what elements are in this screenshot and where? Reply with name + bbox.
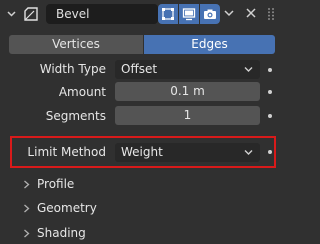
camera-icon (204, 9, 216, 19)
modifier-header: Bevel (0, 0, 284, 28)
modifier-name-field[interactable]: Bevel (46, 4, 158, 24)
tab-edges[interactable]: Edges (144, 35, 275, 54)
segments-label: Segments (45, 109, 106, 123)
visibility-toggles (158, 4, 220, 24)
width-type-select[interactable]: Offset (115, 60, 260, 79)
chevron-down-icon (244, 67, 253, 72)
chevron-right-icon (24, 204, 30, 213)
subpanel-label: Shading (37, 226, 86, 240)
grip-icon[interactable] (266, 7, 276, 21)
tab-vertices[interactable]: Vertices (9, 35, 143, 54)
limit-method-label: Limit Method (27, 145, 106, 159)
subpanel-label: Geometry (37, 201, 97, 215)
limit-method-value: Weight (121, 145, 163, 159)
width-type-label: Width Type (39, 62, 106, 76)
bevel-modifier-panel: Bevel Vertices Edges Width Type Offset A… (0, 0, 284, 244)
amount-label: Amount (58, 85, 106, 99)
subpanel-label: Profile (37, 177, 75, 191)
edit-mode-toggle[interactable] (158, 4, 178, 24)
segments-field[interactable]: 1 (115, 106, 260, 125)
edit-mode-icon (162, 8, 174, 20)
bevel-modifier-icon (24, 7, 38, 21)
limit-method-select[interactable]: Weight (115, 143, 260, 162)
width-type-value: Offset (121, 62, 158, 76)
amount-field[interactable]: 0.1 m (115, 82, 260, 101)
chevron-right-icon (24, 229, 30, 238)
keyframe-dot[interactable] (268, 150, 272, 154)
chevron-down-icon (244, 150, 253, 155)
keyframe-dot[interactable] (268, 68, 272, 72)
render-toggle[interactable] (200, 4, 220, 24)
affect-tabs: Vertices Edges (9, 35, 275, 54)
keyframe-dot[interactable] (268, 114, 272, 118)
viewport-toggle[interactable] (179, 4, 199, 24)
chevron-down-icon[interactable] (7, 9, 16, 18)
close-icon[interactable] (245, 7, 257, 19)
chevron-right-icon (24, 180, 30, 189)
keyframe-dot[interactable] (268, 90, 272, 94)
monitor-icon (182, 8, 196, 21)
chevron-down-icon[interactable] (224, 8, 234, 18)
